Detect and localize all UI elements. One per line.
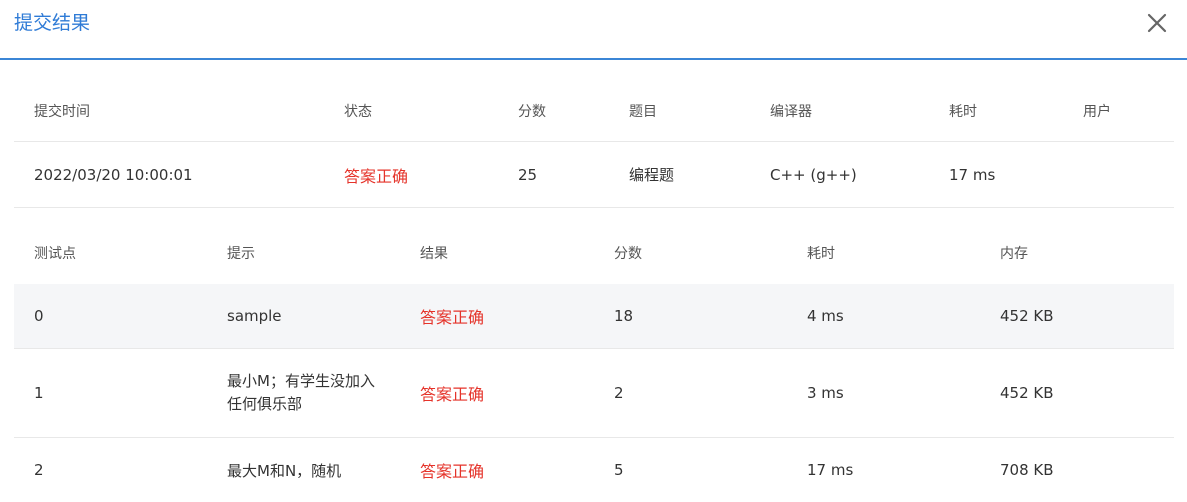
header-case-score: 分数: [614, 246, 642, 262]
case-hint: 最大M和N，随机: [227, 461, 342, 480]
dialog-header: 提交结果: [0, 0, 1187, 60]
compiler-name: C++ (g++): [770, 165, 857, 184]
case-memory: 452 KB: [1000, 384, 1054, 402]
header-problem: 题目: [629, 103, 657, 120]
submission-summary-table: 提交时间 状态 分数 题目 编译器 耗时 用户 2022/03/20 10:00…: [14, 80, 1174, 208]
summary-header-row: 提交时间 状态 分数 题目 编译器 耗时 用户: [14, 80, 1174, 142]
table-row: 2 最大M和N，随机 答案正确 5 17 ms 708 KB: [14, 438, 1174, 502]
header-status: 状态: [344, 103, 372, 120]
case-result: 答案正确: [420, 462, 485, 481]
case-result: 答案正确: [420, 308, 485, 327]
header-case-time: 耗时: [807, 246, 835, 262]
close-icon[interactable]: [1144, 10, 1170, 36]
case-id: 0: [34, 307, 44, 325]
case-hint: sample: [227, 307, 282, 325]
cases-header-row: 测试点 提示 结果 分数 耗时 内存: [14, 222, 1174, 284]
case-time: 4 ms: [807, 307, 844, 325]
header-memory: 内存: [1000, 246, 1028, 262]
case-memory: 452 KB: [1000, 307, 1054, 325]
header-submit-time: 提交时间: [34, 103, 90, 120]
total-score: 25: [518, 165, 538, 184]
case-time: 3 ms: [807, 384, 844, 402]
elapsed-time: 17 ms: [949, 165, 996, 184]
case-id: 2: [34, 461, 44, 479]
summary-row: 2022/03/20 10:00:01 答案正确 25 编程题 C++ (g++…: [14, 142, 1174, 208]
case-time: 17 ms: [807, 461, 854, 479]
submit-time: 2022/03/20 10:00:01: [34, 165, 193, 184]
dialog-title: 提交结果: [14, 12, 91, 34]
table-row: 0 sample 答案正确 18 4 ms 452 KB: [14, 284, 1174, 349]
header-elapsed: 耗时: [949, 103, 977, 120]
case-id: 1: [34, 384, 44, 402]
header-result: 结果: [420, 246, 448, 262]
problem-name[interactable]: 编程题: [629, 142, 674, 207]
test-cases-table: 测试点 提示 结果 分数 耗时 内存 0 sample 答案正确 18 4 ms…: [14, 222, 1174, 502]
header-score: 分数: [518, 103, 546, 120]
case-memory: 708 KB: [1000, 461, 1054, 479]
header-case-id: 测试点: [34, 246, 76, 262]
header-user: 用户: [1083, 103, 1111, 120]
case-score: 5: [614, 461, 624, 479]
table-row: 1 最小M；有学生没加入任何俱乐部 答案正确 2 3 ms 452 KB: [14, 349, 1174, 438]
status-badge: 答案正确: [344, 166, 409, 186]
case-score: 18: [614, 307, 634, 325]
header-hint: 提示: [227, 246, 255, 262]
case-hint: 最小M；有学生没加入任何俱乐部: [227, 372, 375, 413]
case-result: 答案正确: [420, 385, 485, 404]
header-compiler: 编译器: [770, 103, 812, 120]
case-score: 2: [614, 384, 624, 402]
